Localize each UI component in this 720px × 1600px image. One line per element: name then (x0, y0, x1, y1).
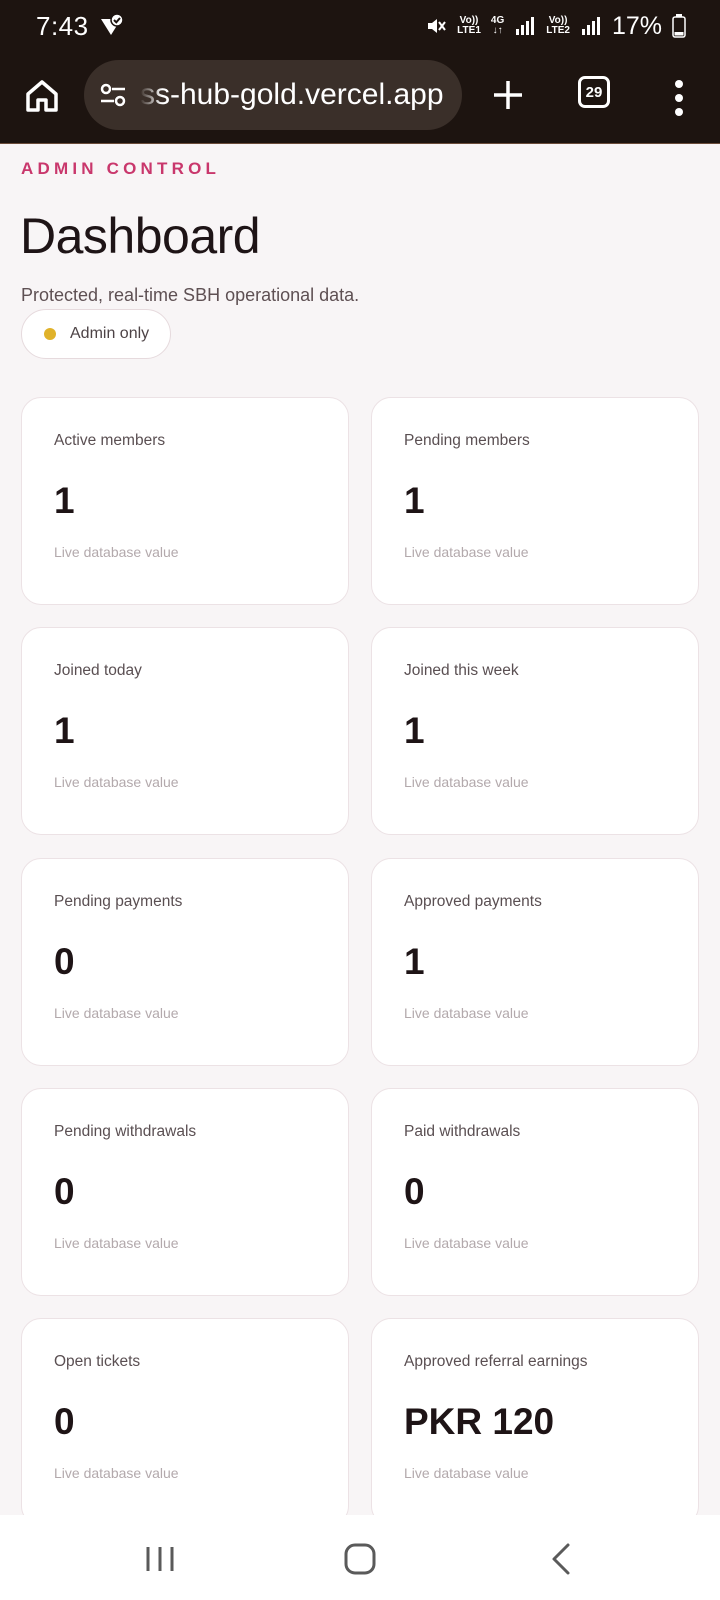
more-menu-icon[interactable] (662, 76, 696, 120)
battery-percent: 17% (611, 11, 662, 40)
page-title: Dashboard (20, 208, 261, 264)
home-icon[interactable] (22, 76, 62, 116)
stat-card-pending-members: Pending members 1 Live database value (371, 397, 699, 605)
card-label: Approved referral earnings (404, 1353, 588, 1370)
stat-card-joined-this-week: Joined this week 1 Live database value (371, 627, 699, 835)
network-type-label: 4G ↓↑ (490, 15, 505, 36)
stat-card-pending-payments: Pending payments 0 Live database value (21, 858, 349, 1066)
mute-icon (428, 19, 446, 33)
back-icon[interactable] (540, 1539, 584, 1579)
status-time: 7:43 (36, 10, 89, 41)
page-content: ADMIN CONTROL Dashboard Protected, real-… (0, 145, 720, 1515)
card-value: 1 (404, 480, 425, 521)
vpn-check-icon (100, 13, 124, 35)
stat-card-referral-earnings: Approved referral earnings PKR 120 Live … (371, 1318, 699, 1515)
card-caption: Live database value (404, 774, 529, 790)
card-caption: Live database value (404, 544, 529, 560)
card-label: Joined this week (404, 662, 519, 679)
card-value: 0 (404, 1171, 425, 1212)
browser-toolbar: ss-hub-gold.vercel.app 29 (0, 52, 720, 144)
card-caption: Live database value (404, 1005, 529, 1021)
card-caption: Live database value (54, 544, 179, 560)
stat-card-approved-payments: Approved payments 1 Live database value (371, 858, 699, 1066)
badge-label: Admin only (70, 325, 150, 342)
card-label: Pending members (404, 432, 530, 449)
card-value: 0 (54, 1401, 75, 1442)
system-navigation-bar (0, 1515, 720, 1600)
signal-icon-sim2 (581, 17, 600, 35)
home-nav-icon[interactable] (338, 1539, 382, 1579)
card-value: 0 (54, 941, 75, 982)
sim1-volte-label: Vo)) LTE1 (457, 15, 481, 36)
battery-icon (672, 14, 686, 38)
status-bar: 7:43 Vo)) LTE1 4G ↓↑ Vo)) LTE2 17% (0, 0, 720, 52)
status-dot (44, 328, 56, 340)
recent-apps-icon[interactable] (138, 1539, 182, 1579)
card-value: PKR 120 (404, 1401, 555, 1442)
card-caption: Live database value (54, 774, 179, 790)
card-caption: Live database value (404, 1235, 529, 1251)
card-label: Open tickets (54, 1353, 141, 1370)
tab-switcher-button[interactable]: 29 (578, 76, 610, 108)
stat-card-active-members: Active members 1 Live database value (21, 397, 349, 605)
card-value: 1 (54, 710, 75, 751)
card-label: Joined today (54, 662, 142, 679)
card-label: Pending withdrawals (54, 1123, 197, 1140)
stat-card-paid-withdrawals: Paid withdrawals 0 Live database value (371, 1088, 699, 1296)
page-subtitle: Protected, real-time SBH operational dat… (21, 285, 360, 305)
card-label: Pending payments (54, 893, 183, 910)
card-label: Paid withdrawals (404, 1123, 521, 1140)
card-value: 0 (54, 1171, 75, 1212)
new-tab-icon[interactable] (488, 75, 528, 115)
signal-icon-sim1 (516, 17, 535, 35)
section-eyebrow: ADMIN CONTROL (21, 159, 221, 178)
url-text[interactable]: ss-hub-gold.vercel.app (140, 78, 444, 112)
stat-card-open-tickets: Open tickets 0 Live database value (21, 1318, 349, 1515)
card-caption: Live database value (404, 1465, 529, 1481)
card-caption: Live database value (54, 1465, 179, 1481)
admin-only-badge: Admin only (21, 309, 171, 359)
address-bar[interactable]: ss-hub-gold.vercel.app (84, 60, 462, 130)
card-label: Approved payments (404, 893, 542, 910)
stat-card-pending-withdrawals: Pending withdrawals 0 Live database valu… (21, 1088, 349, 1296)
sim2-volte-label: Vo)) LTE2 (546, 15, 570, 36)
site-settings-icon[interactable] (98, 80, 128, 110)
card-value: 1 (54, 480, 75, 521)
card-caption: Live database value (54, 1235, 179, 1251)
card-label: Active members (54, 432, 166, 449)
card-value: 1 (404, 941, 425, 982)
card-value: 1 (404, 710, 425, 751)
card-caption: Live database value (54, 1005, 179, 1021)
stat-card-joined-today: Joined today 1 Live database value (21, 627, 349, 835)
